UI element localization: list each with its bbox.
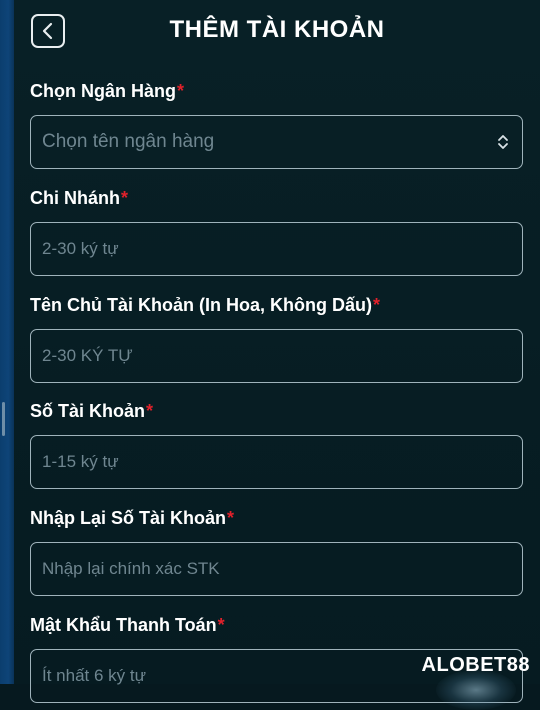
chevron-up-down-icon [498, 135, 508, 149]
header: THÊM TÀI KHOẢN [14, 0, 540, 66]
alobet-logo: ALOBET88 [422, 652, 530, 678]
branch-label-text: Chi Nhánh [30, 188, 120, 208]
account-number-input[interactable] [42, 452, 511, 472]
edge-handle [2, 402, 5, 436]
account-number-label: Số Tài Khoản* [30, 401, 153, 422]
branch-input[interactable] [42, 239, 511, 259]
confirm-account-number-input[interactable] [42, 559, 511, 579]
account-number-field[interactable] [30, 435, 523, 489]
account-holder-label-text: Tên Chủ Tài Khoản (In Hoa, Không Dấu) [30, 295, 372, 315]
required-mark: * [227, 508, 235, 528]
bank-select[interactable]: Chọn tên ngân hàng [30, 115, 523, 169]
confirm-account-number-label-text: Nhập Lại Số Tài Khoản [30, 508, 227, 528]
bank-select-placeholder: Chọn tên ngân hàng [42, 131, 215, 152]
account-holder-field[interactable] [30, 329, 523, 383]
required-mark: * [177, 81, 185, 101]
confirm-account-number-field[interactable] [30, 542, 523, 596]
confirm-account-number-label: Nhập Lại Số Tài Khoản* [30, 508, 234, 529]
account-number-label-text: Số Tài Khoản [30, 401, 146, 421]
required-mark: * [217, 615, 225, 635]
required-mark: * [121, 188, 129, 208]
branch-label: Chi Nhánh* [30, 188, 128, 209]
account-holder-input[interactable] [42, 346, 511, 366]
required-mark: * [372, 295, 380, 315]
bank-label: Chọn Ngân Hàng* [30, 81, 184, 102]
left-edge-strip [0, 0, 14, 684]
branch-field[interactable] [30, 222, 523, 276]
account-holder-label: Tên Chủ Tài Khoản (In Hoa, Không Dấu)* [30, 295, 380, 316]
payment-password-label: Mật Khẩu Thanh Toán* [30, 615, 225, 636]
logo-text: ALOBET88 [421, 653, 530, 676]
required-mark: * [146, 401, 154, 421]
page-title: THÊM TÀI KHOẢN [169, 16, 385, 43]
add-account-panel: THÊM TÀI KHOẢN Chọn Ngân Hàng* Chọn tên … [14, 0, 540, 703]
bank-label-text: Chọn Ngân Hàng [30, 81, 176, 101]
payment-password-label-text: Mật Khẩu Thanh Toán [30, 615, 217, 635]
